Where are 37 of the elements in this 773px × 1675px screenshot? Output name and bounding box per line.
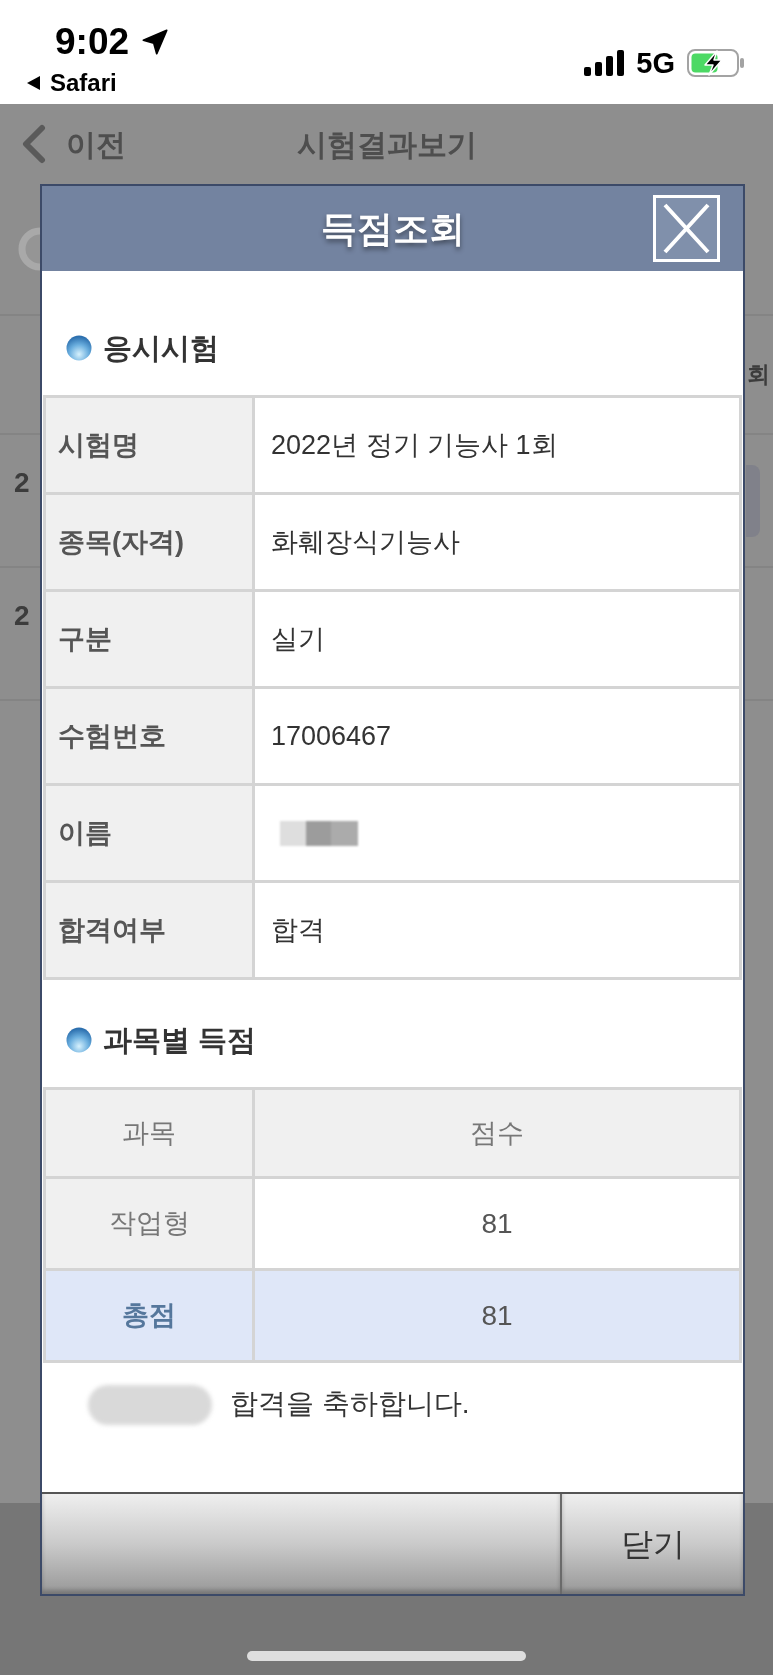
close-button[interactable]: [653, 195, 720, 262]
subject-cell: 작업형: [46, 1179, 252, 1268]
subject-cell: 총점: [46, 1271, 252, 1360]
status-time: 9:02: [55, 22, 130, 62]
section-title: 응시시험: [103, 331, 219, 365]
row-label-cell: 구분: [46, 592, 252, 686]
close-dialog-button[interactable]: 닫기: [562, 1494, 743, 1594]
value-cell: 17006467: [255, 689, 739, 783]
column-header: 점수: [255, 1090, 739, 1176]
signal-icon: [584, 50, 625, 76]
row-label-cell: 이름: [46, 786, 252, 880]
network-label: 5G: [636, 48, 675, 78]
score-cell: 81: [255, 1271, 739, 1360]
location-arrow-icon: [141, 28, 170, 56]
battery-charging-icon: [687, 49, 745, 77]
row-label-cell: 합격여부: [46, 883, 252, 977]
value-cell: 합격: [255, 883, 739, 977]
row-text-fragment: 2: [13, 599, 30, 632]
message-text: 합격을 축하합니다.: [230, 1387, 470, 1421]
value-cell: 2022년 정기 기능사 1회: [255, 398, 739, 492]
back-to-app-link[interactable]: Safari: [27, 70, 170, 96]
dialog-title: 득점조회: [320, 206, 465, 251]
column-heading-fragment: 회: [747, 360, 770, 390]
row-label-cell: 시험명: [46, 398, 252, 492]
section-title: 과목별 득점: [103, 1023, 257, 1057]
value-cell: 화훼장식기능사: [255, 495, 739, 589]
row-text-fragment: 2: [13, 466, 30, 499]
row-label-cell: 수험번호: [46, 689, 252, 783]
value-cell: 실기: [255, 592, 739, 686]
score-cell: 81: [255, 1179, 739, 1268]
page-title: 시험결과보기: [296, 126, 477, 163]
bullet-icon: [66, 335, 92, 361]
row-label-cell: 종목(자격): [46, 495, 252, 589]
bullet-icon: [66, 1027, 92, 1053]
column-header: 과목: [46, 1090, 252, 1176]
back-triangle-icon: [27, 76, 40, 90]
back-chevron-icon: [20, 124, 46, 164]
